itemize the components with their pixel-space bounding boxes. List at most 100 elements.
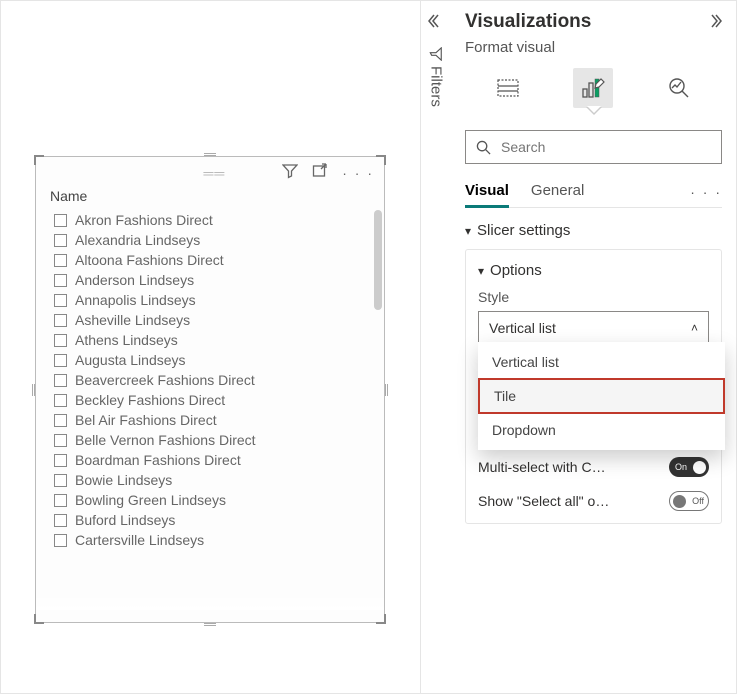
toggle-knob — [693, 461, 706, 474]
checkbox[interactable] — [54, 354, 67, 367]
slicer-field-title: Name — [36, 186, 384, 210]
card-title: Options — [490, 262, 542, 279]
slicer-item-list[interactable]: Akron Fashions Direct Alexandria Lindseys… — [36, 210, 384, 610]
format-visual-tab-icon[interactable] — [573, 68, 613, 108]
section-label: Slicer settings — [477, 222, 570, 239]
checkbox[interactable] — [54, 514, 67, 527]
slicer-item-label: Belle Vernon Fashions Direct — [75, 432, 256, 448]
filter-icon[interactable] — [282, 163, 298, 182]
slicer-item-label: Boardman Fashions Direct — [75, 452, 241, 468]
style-dropdown-list: Vertical list Tile Dropdown — [478, 342, 725, 450]
report-canvas[interactable]: ══ · · · Name Akron Fashions Direct Alexa… — [1, 1, 421, 693]
slicer-item[interactable]: Belle Vernon Fashions Direct — [54, 430, 374, 450]
tabs-more-icon[interactable]: · · · — [690, 184, 722, 200]
slicer-item[interactable]: Augusta Lindseys — [54, 350, 374, 370]
slicer-item[interactable]: Bowie Lindseys — [54, 470, 374, 490]
resize-handle-top[interactable] — [204, 153, 216, 157]
slicer-item[interactable]: Bel Air Fashions Direct — [54, 410, 374, 430]
checkbox[interactable] — [54, 414, 67, 427]
style-option-dropdown[interactable]: Dropdown — [478, 414, 725, 446]
chevron-up-icon: ˄ — [691, 321, 698, 335]
chevron-left-icon[interactable] — [428, 13, 444, 33]
slicer-item[interactable]: Beavercreek Fashions Direct — [54, 370, 374, 390]
style-label: Style — [478, 289, 709, 305]
build-visual-tab-icon[interactable] — [488, 68, 528, 108]
filters-pane-collapsed[interactable]: Filters — [421, 1, 451, 693]
scrollbar-thumb[interactable] — [374, 210, 382, 310]
slicer-item[interactable]: Annapolis Lindseys — [54, 290, 374, 310]
slicer-item-label: Bel Air Fashions Direct — [75, 412, 217, 428]
slicer-item-label: Asheville Lindseys — [75, 312, 190, 328]
resize-handle-bl[interactable] — [34, 614, 44, 624]
focus-mode-icon[interactable] — [312, 163, 328, 182]
slicer-item[interactable]: Akron Fashions Direct — [54, 210, 374, 230]
checkbox[interactable] — [54, 374, 67, 387]
chevron-down-icon: ▾ — [465, 224, 471, 238]
select-all-label: Show "Select all" o… — [478, 493, 609, 509]
checkbox[interactable] — [54, 254, 67, 267]
slicer-item[interactable]: Bowling Green Lindseys — [54, 490, 374, 510]
slicer-item[interactable]: Altoona Fashions Direct — [54, 250, 374, 270]
checkbox[interactable] — [54, 214, 67, 227]
chevron-down-icon: ▾ — [478, 264, 484, 278]
checkbox[interactable] — [54, 394, 67, 407]
list-fade — [36, 594, 384, 610]
chevron-right-icon[interactable] — [706, 13, 722, 32]
resize-handle-right[interactable] — [384, 384, 388, 396]
resize-handle-br[interactable] — [376, 614, 386, 624]
slicer-item-label: Cartersville Lindseys — [75, 532, 204, 548]
checkbox[interactable] — [54, 454, 67, 467]
multi-select-toggle[interactable]: On — [669, 457, 709, 477]
checkbox[interactable] — [54, 314, 67, 327]
slicer-item-label: Anderson Lindseys — [75, 272, 194, 288]
options-card: ▾ Options Style Vertical list ˄ Vertical… — [465, 249, 722, 524]
tab-visual[interactable]: Visual — [465, 176, 509, 208]
select-all-toggle[interactable]: Off — [669, 491, 709, 511]
checkbox[interactable] — [54, 534, 67, 547]
slicer-item[interactable]: Beckley Fashions Direct — [54, 390, 374, 410]
slicer-item[interactable]: Anderson Lindseys — [54, 270, 374, 290]
drag-grip-icon[interactable]: ══ — [203, 165, 225, 181]
style-select[interactable]: Vertical list ˄ — [478, 311, 709, 345]
checkbox[interactable] — [54, 474, 67, 487]
checkbox[interactable] — [54, 434, 67, 447]
slicer-visual[interactable]: ══ · · · Name Akron Fashions Direct Alexa… — [35, 156, 385, 623]
filters-label[interactable]: Filters — [428, 47, 445, 107]
checkbox[interactable] — [54, 234, 67, 247]
slicer-item[interactable]: Alexandria Lindseys — [54, 230, 374, 250]
resize-handle-tl[interactable] — [34, 155, 44, 165]
slicer-item[interactable]: Boardman Fashions Direct — [54, 450, 374, 470]
analytics-tab-icon[interactable] — [659, 68, 699, 108]
search-icon — [476, 140, 491, 155]
tab-general[interactable]: General — [531, 176, 584, 208]
checkbox[interactable] — [54, 494, 67, 507]
resize-handle-tr[interactable] — [376, 155, 386, 165]
slicer-item-label: Buford Lindseys — [75, 512, 175, 528]
resize-handle-bottom[interactable] — [204, 622, 216, 626]
checkbox[interactable] — [54, 334, 67, 347]
slicer-item[interactable]: Cartersville Lindseys — [54, 530, 374, 550]
checkbox[interactable] — [54, 294, 67, 307]
slicer-item-label: Akron Fashions Direct — [75, 212, 213, 228]
slicer-item[interactable]: Athens Lindseys — [54, 330, 374, 350]
slicer-item[interactable]: Asheville Lindseys — [54, 310, 374, 330]
slicer-settings-expander[interactable]: ▾ Slicer settings — [465, 222, 722, 239]
style-option-tile[interactable]: Tile — [478, 378, 725, 414]
pane-title: Visualizations — [465, 11, 591, 33]
slicer-item-label: Alexandria Lindseys — [75, 232, 200, 248]
search-field[interactable] — [499, 138, 711, 156]
format-search-input[interactable] — [465, 130, 722, 164]
slicer-item[interactable]: Buford Lindseys — [54, 510, 374, 530]
toggle-knob — [673, 495, 686, 508]
slicer-item-label: Altoona Fashions Direct — [75, 252, 224, 268]
slicer-item-label: Bowling Green Lindseys — [75, 492, 226, 508]
toggle-off-text: Off — [692, 496, 704, 506]
more-options-icon[interactable]: · · · — [342, 165, 374, 181]
style-value: Vertical list — [489, 320, 556, 336]
checkbox[interactable] — [54, 274, 67, 287]
options-expander[interactable]: ▾ Options — [478, 262, 709, 279]
slicer-item-label: Annapolis Lindseys — [75, 292, 196, 308]
style-option-vertical-list[interactable]: Vertical list — [478, 346, 725, 378]
toggle-on-text: On — [675, 462, 687, 472]
slicer-item-label: Athens Lindseys — [75, 332, 178, 348]
